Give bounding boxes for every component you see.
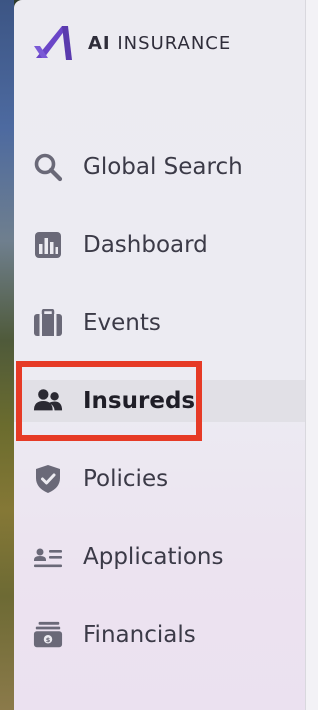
money-icon: $ — [33, 621, 63, 648]
sidebar-item-label: Dashboard — [83, 232, 208, 258]
content-edge — [305, 0, 318, 710]
desktop-background — [0, 0, 14, 710]
sidebar-item-applications[interactable]: Applications — [14, 536, 305, 578]
ai-logo-icon — [34, 26, 72, 60]
sidebar-item-label: Applications — [83, 544, 224, 570]
id-card-icon — [33, 544, 63, 570]
sidebar-item-financials[interactable]: $ Financials — [14, 614, 305, 656]
sidebar-item-label: Policies — [83, 466, 169, 492]
sidebar-item-policies[interactable]: Policies — [14, 458, 305, 500]
svg-text:$: $ — [46, 636, 51, 644]
bar-chart-icon — [33, 232, 63, 258]
search-icon — [33, 153, 63, 182]
app-logo[interactable]: AI INSURANCE — [34, 24, 231, 62]
sidebar-item-label: Financials — [83, 622, 196, 648]
logo-text: AI INSURANCE — [88, 32, 232, 54]
sidebar-item-label: Global Search — [83, 154, 243, 180]
sidebar-item-global-search[interactable]: Global Search — [14, 146, 305, 188]
sidebar-item-events[interactable]: Events — [14, 302, 305, 344]
highlight-annotation — [16, 361, 202, 441]
sidebar-item-label: Events — [83, 310, 161, 336]
screen: AI INSURANCE Global Search Dashboard Eve… — [0, 0, 318, 710]
briefcase-icon — [33, 309, 63, 336]
sidebar-item-dashboard[interactable]: Dashboard — [14, 224, 305, 266]
shield-icon — [33, 465, 63, 493]
sidebar: AI INSURANCE Global Search Dashboard Eve… — [14, 0, 305, 710]
